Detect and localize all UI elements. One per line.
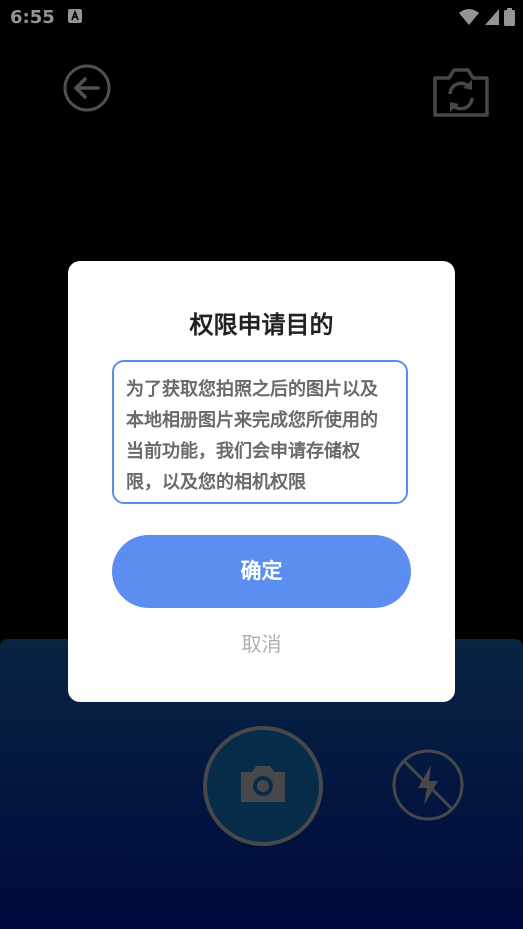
dialog-title: 权限申请目的 [189, 311, 334, 339]
cancel-button[interactable]: 取消 [68, 628, 455, 657]
permission-dialog: 权限申请目的 为了获取您拍照之后的图片以及本地相册图片来完成您所使用的当前功能，… [68, 261, 455, 702]
dialog-message: 为了获取您拍照之后的图片以及本地相册图片来完成您所使用的当前功能，我们会申请存储… [112, 360, 408, 504]
confirm-button[interactable]: 确定 [112, 535, 411, 608]
